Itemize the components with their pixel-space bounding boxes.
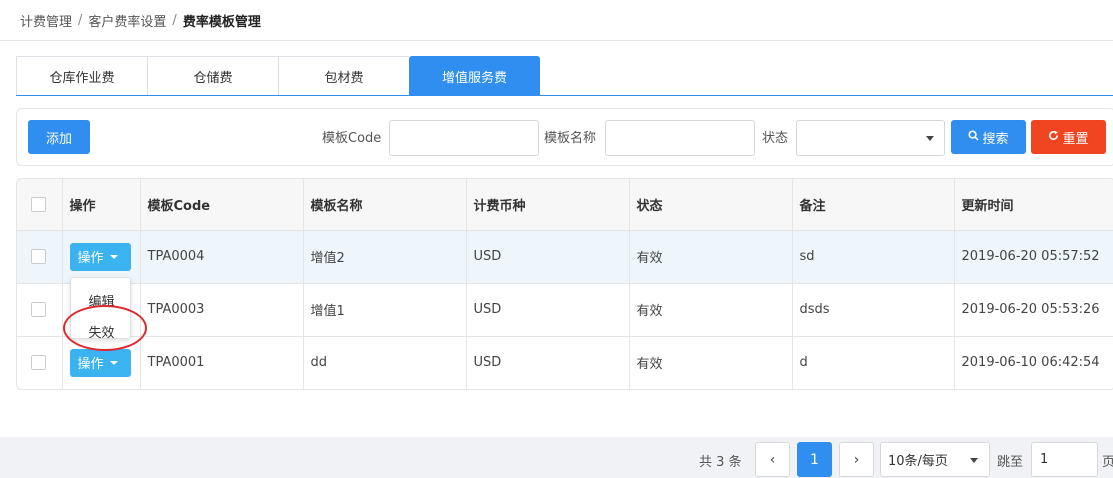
breadcrumb-item-current: 费率模板管理	[182, 14, 261, 30]
chevron-down-icon	[926, 136, 934, 141]
table-header-row: 操作 模板Code 模板名称 计费币种 状态 备注 更新时间	[17, 179, 1113, 231]
menu-item-invalidate[interactable]: 失效	[71, 322, 132, 341]
pagination-total: 共 3 条	[699, 455, 742, 470]
cell-updated: 2019-06-10 06:42:54	[954, 336, 1113, 389]
column-header-updated: 更新时间	[954, 179, 1113, 231]
main-content: 仓库作业费 仓储费 包材费 增值服务费 添加 模板Code 模板名称 状态 搜索…	[0, 41, 1113, 477]
caret-down-icon	[109, 254, 118, 259]
cell-status: 有效	[629, 336, 793, 389]
caret-down-icon	[109, 360, 118, 365]
table-row[interactable]: 操作 TPA0003 增值1 USD 有效 dsds 2019-06-20 05…	[17, 283, 1113, 337]
page-number-button[interactable]: 1	[797, 442, 832, 477]
cell-name: 增值2	[303, 230, 467, 284]
tab-underline	[16, 95, 1113, 96]
row-checkbox[interactable]	[31, 249, 46, 264]
prev-page-button[interactable]: ‹	[755, 442, 790, 477]
select-all-cell	[17, 179, 63, 231]
row-select-cell	[17, 230, 63, 284]
refresh-icon	[1048, 130, 1059, 144]
template-name-input[interactable]	[605, 120, 755, 156]
cell-currency: USD	[466, 230, 630, 284]
cell-code: TPA0003	[140, 283, 304, 337]
column-header-name: 模板名称	[303, 179, 467, 231]
cell-currency: USD	[466, 283, 630, 337]
cell-currency: USD	[466, 336, 630, 389]
action-cell: 操作	[62, 336, 141, 389]
cell-code: TPA0004	[140, 230, 304, 284]
action-cell: 操作	[62, 230, 141, 284]
chevron-down-icon	[970, 458, 978, 463]
breadcrumb-separator: /	[78, 12, 83, 28]
page-suffix-label: 页	[1102, 455, 1113, 470]
action-dropdown-button[interactable]: 操作	[69, 348, 131, 377]
search-button[interactable]: 搜索	[951, 120, 1026, 154]
breadcrumb-item-customer-rate[interactable]: 客户费率设置	[88, 11, 166, 30]
cell-remark: dsds	[792, 283, 955, 337]
row-select-cell	[17, 336, 63, 389]
tab-bar: 仓库作业费 仓储费 包材费 增值服务费	[16, 56, 540, 96]
action-button-label: 操作	[77, 251, 104, 266]
template-name-label: 模板名称	[544, 131, 597, 146]
column-header-code: 模板Code	[140, 179, 304, 231]
next-page-button[interactable]: ›	[839, 442, 874, 477]
template-code-label: 模板Code	[322, 131, 382, 146]
tab-value-added-service-fee[interactable]: 增值服务费	[409, 56, 540, 96]
cell-name: 增值1	[303, 283, 467, 337]
breadcrumb: 计费管理 / 客户费率设置 / 费率模板管理	[0, 0, 1113, 41]
page-size-value: 10条/每页	[888, 454, 948, 469]
template-code-input[interactable]	[389, 120, 539, 156]
column-header-currency: 计费币种	[466, 179, 630, 231]
column-header-remark: 备注	[792, 179, 955, 231]
row-checkbox[interactable]	[31, 302, 46, 317]
reset-button[interactable]: 重置	[1031, 120, 1106, 154]
reset-button-label: 重置	[1062, 131, 1089, 147]
row-checkbox[interactable]	[31, 355, 46, 371]
cell-remark: sd	[792, 230, 955, 284]
cell-status: 有效	[629, 230, 793, 284]
action-dropdown-menu: 编辑 失效	[70, 277, 132, 341]
jump-to-page-input[interactable]: 1	[1031, 442, 1098, 477]
template-table: 操作 模板Code 模板名称 计费币种 状态 备注 更新时间 操作 TPA000…	[16, 178, 1113, 390]
menu-item-edit[interactable]: 编辑	[71, 291, 132, 310]
cell-code: TPA0001	[140, 336, 304, 389]
search-icon	[968, 130, 980, 144]
breadcrumb-separator: /	[172, 12, 177, 28]
status-select[interactable]	[796, 120, 945, 156]
action-dropdown-button[interactable]: 操作	[69, 242, 131, 271]
tab-packing-material-fee[interactable]: 包材费	[278, 56, 409, 96]
column-header-action: 操作	[62, 179, 141, 231]
column-header-status: 状态	[629, 179, 793, 231]
search-button-label: 搜索	[982, 131, 1009, 147]
tab-storage-fee[interactable]: 仓储费	[147, 56, 278, 96]
cell-updated: 2019-06-20 05:57:52	[954, 230, 1113, 284]
jump-to-label: 跳至	[997, 455, 1024, 470]
page-size-select[interactable]: 10条/每页	[880, 442, 990, 477]
action-button-label: 操作	[77, 357, 104, 373]
table-row[interactable]: 操作 TPA0004 增值2 USD 有效 sd 2019-06-20 05:5…	[17, 230, 1113, 284]
breadcrumb-item-billing[interactable]: 计费管理	[20, 11, 72, 30]
chevron-right-icon: ›	[853, 451, 860, 468]
cell-remark: d	[792, 336, 955, 389]
filter-panel: 添加 模板Code 模板名称 状态 搜索 重置	[16, 108, 1113, 166]
table-row[interactable]: 操作 TPA0001 dd USD 有效 d 2019-06-10 06:42:…	[17, 336, 1113, 389]
tab-warehouse-operation-fee[interactable]: 仓库作业费	[16, 56, 147, 96]
cell-status: 有效	[629, 283, 793, 337]
row-select-cell	[17, 283, 63, 337]
status-label: 状态	[762, 131, 789, 146]
select-all-checkbox[interactable]	[31, 196, 46, 212]
cell-name: dd	[303, 336, 467, 389]
add-button[interactable]: 添加	[28, 120, 90, 154]
chevron-left-icon: ‹	[769, 451, 776, 468]
cell-updated: 2019-06-20 05:53:26	[954, 283, 1113, 337]
